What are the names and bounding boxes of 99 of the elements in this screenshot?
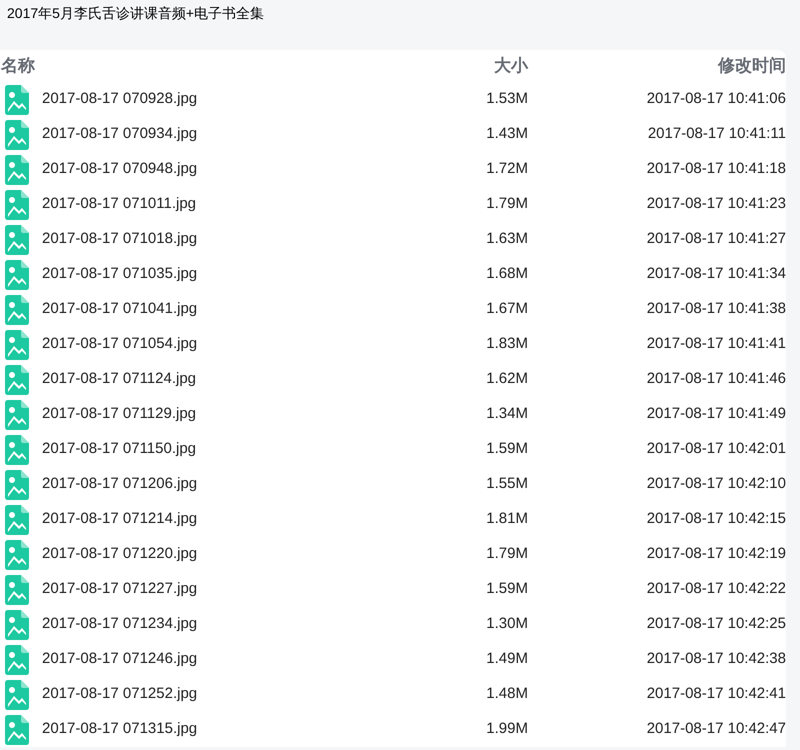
file-size: 1.59M <box>485 439 528 460</box>
file-row[interactable]: 2017-08-17 070928.jpg 1.53M 2017-08-17 10:41:06 <box>0 82 786 117</box>
file-name: 2017-08-17 071011.jpg <box>42 194 196 214</box>
file-row[interactable]: 2017-08-17 071129.jpg 1.34M 2017-08-17 10:41:49 <box>0 397 786 432</box>
modified-time: 2017-08-17 10:41:27 <box>646 229 786 250</box>
file-name: 2017-08-17 071315.jpg <box>42 719 198 740</box>
file-row[interactable]: 2017-08-17 071214.jpg 1.81M 2017-08-17 10:42:15 <box>0 502 786 537</box>
modified-time: 2017-08-17 10:41:34 <box>646 264 786 284</box>
file-name: 2017-08-17 071129.jpg <box>42 404 196 424</box>
image-file-icon <box>5 680 29 710</box>
file-row[interactable]: 2017-08-17 071206.jpg 1.55M 2017-08-17 10:42:10 <box>0 467 786 502</box>
file-size: 1.43M <box>485 124 528 144</box>
file-size: 1.67M <box>485 299 528 320</box>
file-row[interactable]: 2017-08-17 071220.jpg 1.79M 2017-08-17 10:42:19 <box>0 537 786 572</box>
modified-time: 2017-08-17 10:41:06 <box>646 89 786 110</box>
file-name: 2017-08-17 070928.jpg <box>42 89 198 110</box>
file-row[interactable]: 2017-08-17 071035.jpg 1.68M 2017-08-17 10:41:34 <box>0 257 786 292</box>
file-size: 1.55M <box>485 474 528 494</box>
modified-time: 2017-08-17 10:41:11 <box>646 124 786 144</box>
file-name: 2017-08-17 070934.jpg <box>42 124 198 144</box>
file-name: 2017-08-17 071206.jpg <box>42 474 198 494</box>
file-name: 2017-08-17 071035.jpg <box>42 264 198 284</box>
file-row[interactable]: 2017-08-17 071234.jpg 1.30M 2017-08-17 10:42:25 <box>0 607 786 642</box>
modified-time: 2017-08-17 10:42:25 <box>646 614 786 634</box>
file-row[interactable]: 2017-08-17 071227.jpg 1.59M 2017-08-17 10:42:22 <box>0 572 786 607</box>
modified-time: 2017-08-17 10:42:41 <box>646 684 786 704</box>
file-name: 2017-08-17 070948.jpg <box>42 159 198 180</box>
file-name: 2017-08-17 071246.jpg <box>42 649 198 670</box>
file-name: 2017-08-17 071220.jpg <box>42 544 198 564</box>
file-name: 2017-08-17 071124.jpg <box>42 369 196 390</box>
image-file-icon <box>5 504 29 534</box>
file-name: 2017-08-17 071252.jpg <box>42 684 198 704</box>
image-file-icon <box>5 154 29 184</box>
image-file-icon <box>5 644 29 674</box>
image-file-icon <box>5 364 29 394</box>
file-size: 1.81M <box>485 509 528 530</box>
modified-time: 2017-08-17 10:42:01 <box>646 439 786 460</box>
image-file-icon <box>5 470 29 500</box>
modified-time: 2017-08-17 10:42:19 <box>646 544 786 564</box>
modified-time: 2017-08-17 10:42:47 <box>646 719 786 740</box>
file-size: 1.83M <box>485 334 528 354</box>
file-size: 1.30M <box>485 614 528 634</box>
modified-time: 2017-08-17 10:41:41 <box>646 334 786 354</box>
image-file-icon <box>5 84 29 114</box>
image-file-icon <box>5 714 29 744</box>
image-file-icon <box>5 574 29 604</box>
image-file-icon <box>5 120 29 150</box>
file-size: 1.63M <box>485 229 528 250</box>
modified-time: 2017-08-17 10:41:23 <box>646 194 786 214</box>
image-file-icon <box>5 434 29 464</box>
file-row[interactable]: 2017-08-17 071315.jpg 1.99M 2017-08-17 10:42:47 <box>0 712 786 747</box>
modified-time: 2017-08-17 10:41:18 <box>646 159 786 180</box>
file-row[interactable]: 2017-08-17 071246.jpg 1.49M 2017-08-17 10:42:38 <box>0 642 786 677</box>
file-size: 1.34M <box>485 404 528 424</box>
file-size: 1.79M <box>485 544 528 564</box>
file-size: 1.49M <box>485 649 528 670</box>
column-header[interactable]: 修改时间 <box>528 53 786 79</box>
modified-time: 2017-08-17 10:42:22 <box>646 579 786 600</box>
file-name: 2017-08-17 071041.jpg <box>42 299 198 320</box>
modified-time: 2017-08-17 10:42:10 <box>646 474 786 494</box>
modified-time: 2017-08-17 10:42:38 <box>646 649 786 670</box>
file-size: 1.62M <box>485 369 528 390</box>
file-size: 1.79M <box>485 194 528 214</box>
column-header[interactable]: 名称 <box>0 53 80 79</box>
file-name: 2017-08-17 071054.jpg <box>42 334 198 354</box>
file-size: 1.53M <box>485 89 528 110</box>
folder-title: 2017年5月李氏舌诊讲课音频+电子书全集 <box>6 4 266 23</box>
file-name: 2017-08-17 071214.jpg <box>42 509 198 530</box>
file-row[interactable]: 2017-08-17 070934.jpg 1.43M 2017-08-17 10:41:11 <box>0 117 786 152</box>
file-size: 1.72M <box>485 159 528 180</box>
image-file-icon <box>5 190 29 220</box>
file-row[interactable]: 2017-08-17 071054.jpg 1.83M 2017-08-17 10:41:41 <box>0 327 786 362</box>
file-row[interactable]: 2017-08-17 070948.jpg 1.72M 2017-08-17 10:41:18 <box>0 152 786 187</box>
image-file-icon <box>5 610 29 640</box>
file-size: 1.99M <box>485 719 528 740</box>
image-file-icon <box>5 294 29 324</box>
image-file-icon <box>5 260 29 290</box>
file-name: 2017-08-17 071018.jpg <box>42 229 198 250</box>
modified-time: 2017-08-17 10:41:49 <box>646 404 786 424</box>
file-row[interactable]: 2017-08-17 071252.jpg 1.48M 2017-08-17 10:42:41 <box>0 677 786 712</box>
file-name: 2017-08-17 071227.jpg <box>42 579 198 600</box>
image-file-icon <box>5 540 29 570</box>
file-size: 1.48M <box>485 684 528 704</box>
image-file-icon <box>5 330 29 360</box>
file-row[interactable]: 2017-08-17 071018.jpg 1.63M 2017-08-17 10:41:27 <box>0 222 786 257</box>
modified-time: 2017-08-17 10:42:15 <box>646 509 786 530</box>
file-row[interactable]: 2017-08-17 071011.jpg 1.79M 2017-08-17 10:41:23 <box>0 187 786 222</box>
image-file-icon <box>5 400 29 430</box>
image-file-icon <box>5 224 29 254</box>
column-header[interactable]: 大小 <box>408 53 528 79</box>
modified-time: 2017-08-17 10:41:38 <box>646 299 786 320</box>
file-row[interactable]: 2017-08-17 071150.jpg 1.59M 2017-08-17 10:42:01 <box>0 432 786 467</box>
file-size: 1.68M <box>485 264 528 284</box>
file-name: 2017-08-17 071234.jpg <box>42 614 198 634</box>
file-row[interactable]: 2017-08-17 071124.jpg 1.62M 2017-08-17 10:41:46 <box>0 362 786 397</box>
modified-time: 2017-08-17 10:41:46 <box>646 369 786 390</box>
file-row[interactable]: 2017-08-17 071041.jpg 1.67M 2017-08-17 10:41:38 <box>0 292 786 327</box>
file-name: 2017-08-17 071150.jpg <box>42 439 196 460</box>
file-size: 1.59M <box>485 579 528 600</box>
